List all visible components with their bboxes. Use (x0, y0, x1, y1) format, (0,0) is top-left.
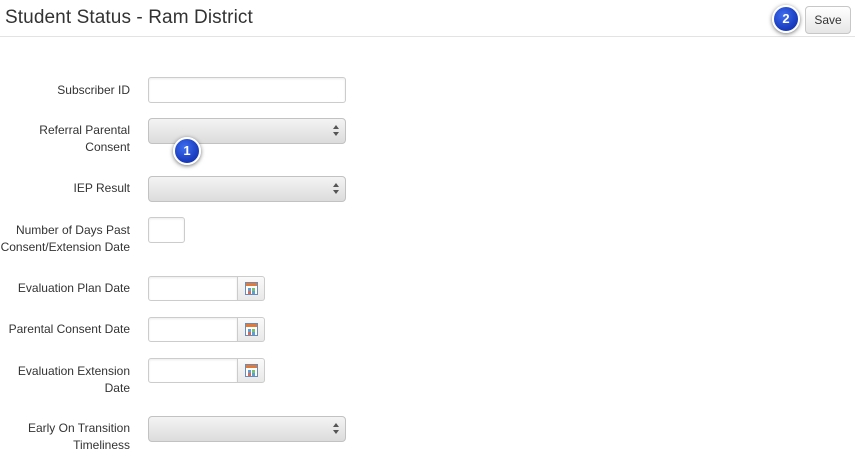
evaluation-extension-date-picker-button[interactable] (238, 358, 265, 383)
callout-badge-2: 2 (772, 5, 800, 33)
subscriber-id-input[interactable] (148, 77, 346, 103)
callout-badge-1: 1 (173, 137, 201, 165)
page-title: Student Status - Ram District (5, 7, 253, 28)
iep-result-select[interactable] (148, 176, 346, 202)
days-past-input[interactable] (148, 217, 185, 243)
parental-consent-date-picker-button[interactable] (238, 317, 265, 342)
evaluation-extension-date-input[interactable] (148, 358, 238, 383)
evaluation-plan-date-picker-button[interactable] (238, 276, 265, 301)
early-on-transition-label: Early On Transition Timeliness (27, 421, 130, 452)
evaluation-plan-date-label: Evaluation Plan Date (17, 281, 130, 295)
referral-parental-consent-label: Referral Parental Consent (39, 123, 130, 154)
up-down-arrows-icon (332, 124, 340, 138)
days-past-label: Number of Days Past Consent/Extension Da… (0, 223, 130, 254)
evaluation-plan-date-input[interactable] (148, 276, 238, 301)
up-down-arrows-icon (332, 422, 340, 436)
parental-consent-date-label: Parental Consent Date (8, 322, 130, 336)
evaluation-extension-date-label: Evaluation Extension Date (17, 364, 130, 395)
early-on-transition-select[interactable] (148, 416, 346, 442)
calendar-icon (245, 323, 258, 336)
up-down-arrows-icon (332, 182, 340, 196)
subscriber-id-label: Subscriber ID (57, 83, 130, 97)
parental-consent-date-input[interactable] (148, 317, 238, 342)
save-button[interactable]: Save (805, 6, 851, 34)
calendar-icon (245, 282, 258, 295)
iep-result-label: IEP Result (73, 181, 130, 195)
page-header: Student Status - Ram District Save (0, 0, 855, 37)
calendar-icon (245, 364, 258, 377)
